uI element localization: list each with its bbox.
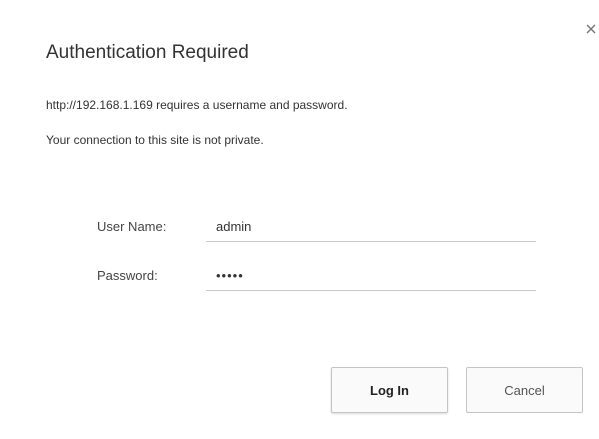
cancel-button[interactable]: Cancel — [466, 367, 583, 413]
auth-dialog: Authentication Required http://192.168.1… — [8, 8, 596, 433]
auth-message: http://192.168.1.169 requires a username… — [46, 98, 348, 112]
password-label: Password: — [97, 268, 158, 283]
login-button[interactable]: Log In — [331, 367, 448, 413]
close-icon[interactable] — [584, 22, 599, 38]
password-field[interactable] — [206, 260, 536, 291]
dialog-title: Authentication Required — [46, 42, 249, 63]
privacy-warning: Your connection to this site is not priv… — [46, 133, 264, 147]
username-field[interactable] — [206, 211, 536, 242]
username-label: User Name: — [97, 219, 167, 234]
